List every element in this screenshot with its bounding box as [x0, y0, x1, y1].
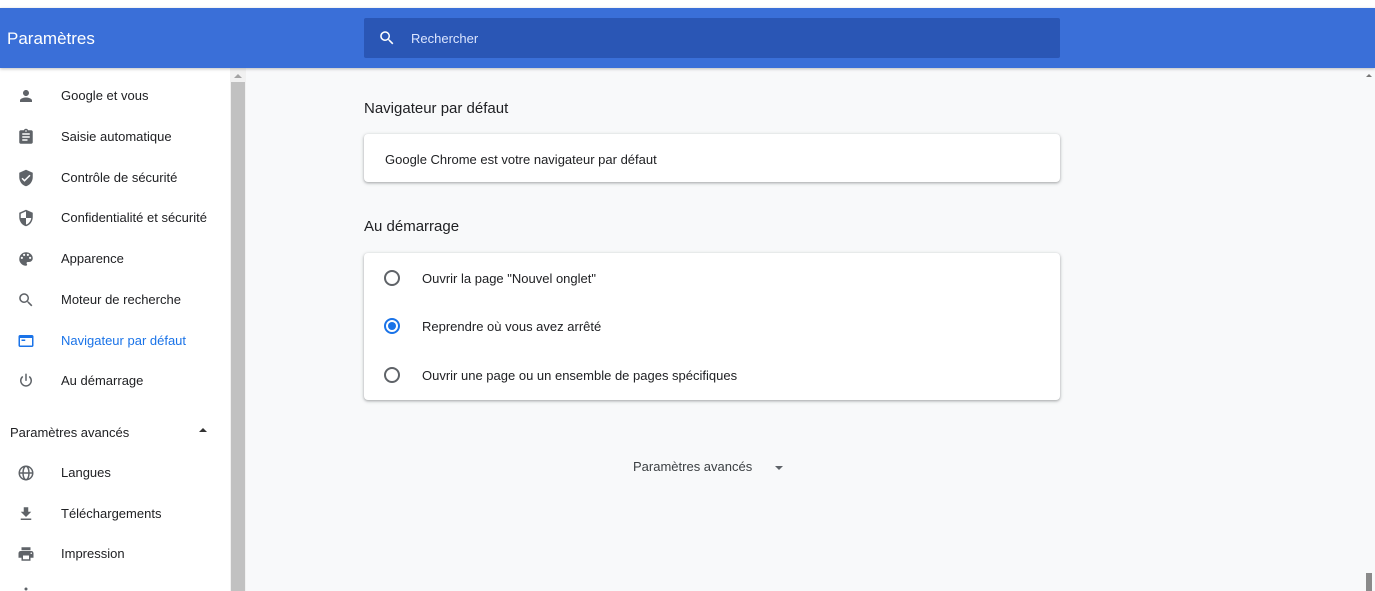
sidebar-item-apparence[interactable]: Apparence: [0, 239, 230, 279]
startup-option-continue[interactable]: Reprendre où vous avez arrêté: [364, 301, 1060, 351]
search-icon: [380, 31, 394, 45]
advanced-settings-label: Paramètres avancés: [633, 459, 753, 474]
shield-check-icon: [19, 169, 33, 187]
sidebar-item-label: Confidentialité et sécurité: [61, 210, 207, 225]
radio-label: Reprendre où vous avez arrêté: [422, 319, 602, 334]
search-icon: [19, 293, 33, 307]
sidebar-item-navigateur-defaut[interactable]: Navigateur par défaut: [0, 321, 230, 361]
radio-button-checked[interactable]: [384, 318, 400, 334]
sidebar-item-label: Apparence: [61, 251, 124, 266]
printer-icon: [18, 547, 34, 561]
sidebar-item-telechargements[interactable]: Téléchargements: [0, 494, 230, 534]
sidebar-item-label: Langues: [61, 465, 111, 480]
startup-option-new-tab[interactable]: Ouvrir la page "Nouvel onglet": [364, 253, 1060, 303]
main-scrollbar[interactable]: [1364, 68, 1375, 591]
sidebar-item-label: Au démarrage: [61, 373, 144, 388]
scrollbar-thumb[interactable]: [231, 82, 245, 591]
default-browser-section-title: Navigateur par défaut: [364, 100, 509, 117]
advanced-settings-button[interactable]: Paramètres avancés: [620, 456, 800, 480]
sidebar-item-label: Navigateur par défaut: [61, 333, 187, 348]
startup-option-specific-pages[interactable]: Ouvrir une page ou un ensemble de pages …: [364, 350, 1060, 400]
palette-icon: [19, 252, 33, 266]
app-header: Paramètres Rechercher: [0, 8, 1375, 68]
power-icon: [20, 373, 32, 387]
radio-label: Ouvrir la page "Nouvel onglet": [422, 271, 596, 286]
download-icon: [20, 507, 32, 520]
sidebar-item-label: Impression: [61, 546, 125, 561]
search-placeholder: Rechercher: [411, 31, 479, 46]
default-browser-card: Google Chrome est votre navigateur par d…: [364, 134, 1060, 182]
sidebar-item-moteur-recherche[interactable]: Moteur de recherche: [0, 280, 230, 320]
top-strip: [0, 0, 1375, 8]
sidebar-scrollbar[interactable]: [230, 68, 246, 591]
sidebar-advanced-label: Paramètres avancés: [10, 425, 130, 440]
sidebar-item-saisie-automatique[interactable]: Saisie automatique: [0, 117, 230, 157]
sidebar-item-google-et-vous[interactable]: Google et vous: [0, 76, 230, 116]
search-input[interactable]: Rechercher: [364, 18, 1060, 58]
sidebar-item-partial[interactable]: [0, 575, 230, 591]
sidebar-advanced-toggle[interactable]: Paramètres avancés: [0, 411, 230, 451]
clipboard-icon: [19, 128, 33, 144]
caret-down-icon: [775, 466, 783, 470]
scroll-up-arrow-icon[interactable]: [234, 74, 242, 78]
globe-icon: [18, 465, 34, 481]
caret-up-icon: [199, 428, 207, 432]
sidebar-item-confidentialite[interactable]: Confidentialité et sécurité: [0, 198, 230, 238]
sidebar-item-label: Google et vous: [61, 88, 149, 103]
sidebar-item-label: Saisie automatique: [61, 129, 172, 144]
browser-window-icon: [18, 335, 34, 347]
sidebar-item-controle-securite[interactable]: Contrôle de sécurité: [0, 158, 230, 198]
radio-label: Ouvrir une page ou un ensemble de pages …: [422, 368, 738, 383]
startup-card: Ouvrir la page "Nouvel onglet" Reprendre…: [364, 253, 1060, 400]
sidebar: Google et vous Saisie automatique Contrô…: [0, 68, 230, 591]
scrollbar-thumb[interactable]: [1366, 573, 1372, 591]
sidebar-item-label: Contrôle de sécurité: [61, 170, 178, 185]
scroll-up-arrow-icon[interactable]: [1366, 74, 1372, 77]
shield-half-icon: [19, 209, 33, 227]
sidebar-item-au-demarrage[interactable]: Au démarrage: [0, 361, 230, 401]
accessibility-icon: [24, 587, 28, 591]
sidebar-item-langues[interactable]: Langues: [0, 453, 230, 493]
radio-button[interactable]: [384, 367, 400, 383]
sidebar-item-impression[interactable]: Impression: [0, 534, 230, 574]
sidebar-item-label: Téléchargements: [61, 506, 162, 521]
startup-section-title: Au démarrage: [364, 218, 460, 235]
person-icon: [20, 90, 32, 102]
page-title: Paramètres: [7, 29, 95, 48]
radio-button[interactable]: [384, 270, 400, 286]
default-browser-status: Google Chrome est votre navigateur par d…: [385, 152, 657, 167]
sidebar-item-label: Moteur de recherche: [61, 292, 181, 307]
